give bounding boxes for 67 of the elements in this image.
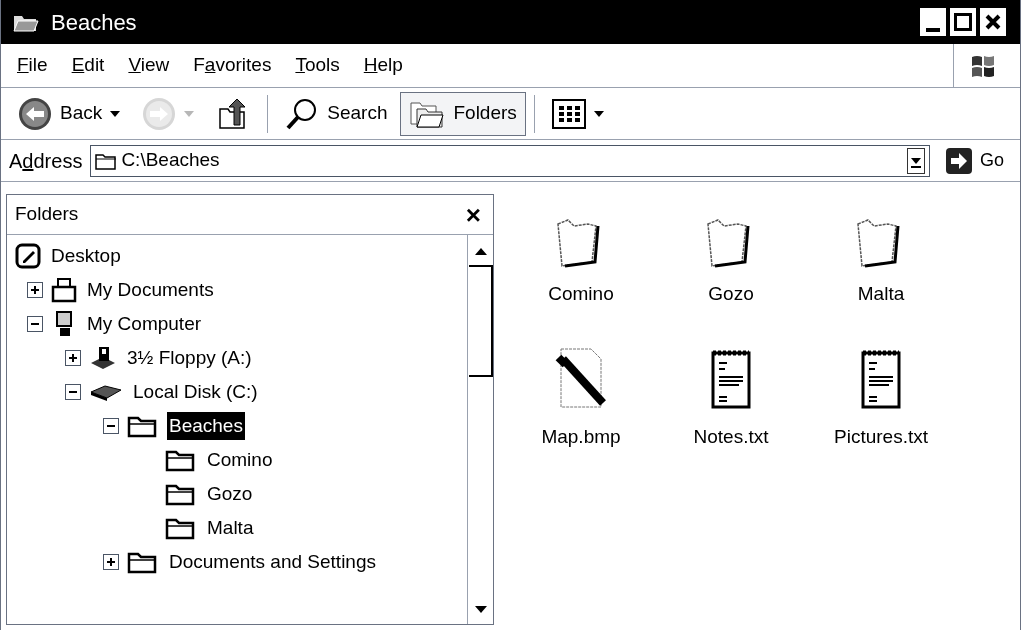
file-name[interactable]: Malta (857, 280, 905, 309)
menu-item[interactable]: View (120, 51, 178, 80)
search-button[interactable]: Search (276, 91, 397, 136)
views-icon (551, 98, 586, 129)
file-name[interactable]: Comino (548, 280, 614, 309)
arrow-right-icon (946, 147, 972, 174)
tree-item[interactable]: Desktop (49, 241, 123, 271)
collapse-toggle[interactable] (65, 384, 81, 400)
address-label: Address (9, 148, 83, 174)
tree-item[interactable]: Documents and Settings (167, 547, 378, 577)
file-name[interactable]: Notes.txt (693, 422, 769, 451)
tree-item[interactable]: Gozo (205, 479, 255, 509)
back-button[interactable]: Back (9, 91, 130, 136)
desktop-icon (15, 243, 41, 269)
collapse-toggle[interactable] (27, 316, 43, 332)
text-document-icon (709, 348, 753, 411)
menu-item[interactable]: Favorites (185, 51, 280, 80)
menu-item[interactable]: File (9, 51, 56, 80)
tree-item[interactable]: 3½ Floppy (A:) (125, 343, 254, 373)
file-name[interactable]: Map.bmp (541, 422, 621, 451)
minimize-icon (926, 28, 940, 32)
menu-item[interactable]: Tools (287, 51, 348, 80)
minimize-button[interactable] (918, 6, 948, 38)
expand-toggle[interactable] (103, 554, 119, 570)
minus-icon (69, 388, 77, 396)
file-name[interactable]: Gozo (708, 280, 754, 309)
text-document-icon (859, 348, 903, 411)
plus-icon (31, 286, 39, 294)
folder-icon (165, 516, 197, 540)
tree-item[interactable]: My Documents (85, 275, 216, 305)
menu-item[interactable]: Edit (63, 51, 113, 80)
folder-icon (127, 414, 159, 438)
close-button[interactable]: × (461, 201, 485, 228)
tree-item[interactable]: Malta (205, 513, 256, 543)
maximize-button[interactable] (948, 6, 978, 38)
close-icon (985, 14, 1001, 30)
caret-icon (593, 110, 604, 117)
menu-item[interactable]: Help (355, 51, 411, 80)
collapse-toggle[interactable] (103, 418, 119, 434)
scrollbar-thumb[interactable] (468, 265, 493, 377)
file-name[interactable]: Pictures.txt (834, 422, 928, 451)
folder-icon (165, 482, 197, 506)
expand-toggle[interactable] (65, 350, 81, 366)
maximize-icon (954, 13, 972, 31)
tree-item[interactable]: Comino (205, 445, 275, 475)
scrollbar[interactable] (467, 235, 493, 624)
address-field[interactable]: C:\Beaches (90, 144, 930, 177)
tree-item[interactable]: Local Disk (C:) (131, 377, 260, 407)
plus-icon (69, 354, 77, 362)
caret-icon (184, 110, 195, 117)
tree-item[interactable]: Beaches (167, 411, 245, 441)
close-button[interactable] (978, 6, 1008, 38)
folder-icon (127, 550, 159, 574)
folders-button[interactable]: Folders (400, 91, 526, 136)
minus-icon (107, 422, 115, 430)
floppy-drive-icon (89, 345, 117, 371)
folder-icon (165, 448, 197, 472)
window-title: Beaches (51, 8, 137, 37)
folder-icon (95, 151, 118, 170)
documents-folder-icon (51, 277, 77, 303)
caret-icon (110, 110, 121, 117)
minus-icon (31, 320, 39, 328)
pane-title: Folders (15, 202, 79, 227)
go-button[interactable]: Go (938, 143, 1012, 178)
plus-icon (107, 558, 115, 566)
tree-item[interactable]: My Computer (85, 309, 204, 339)
expand-toggle[interactable] (27, 282, 43, 298)
